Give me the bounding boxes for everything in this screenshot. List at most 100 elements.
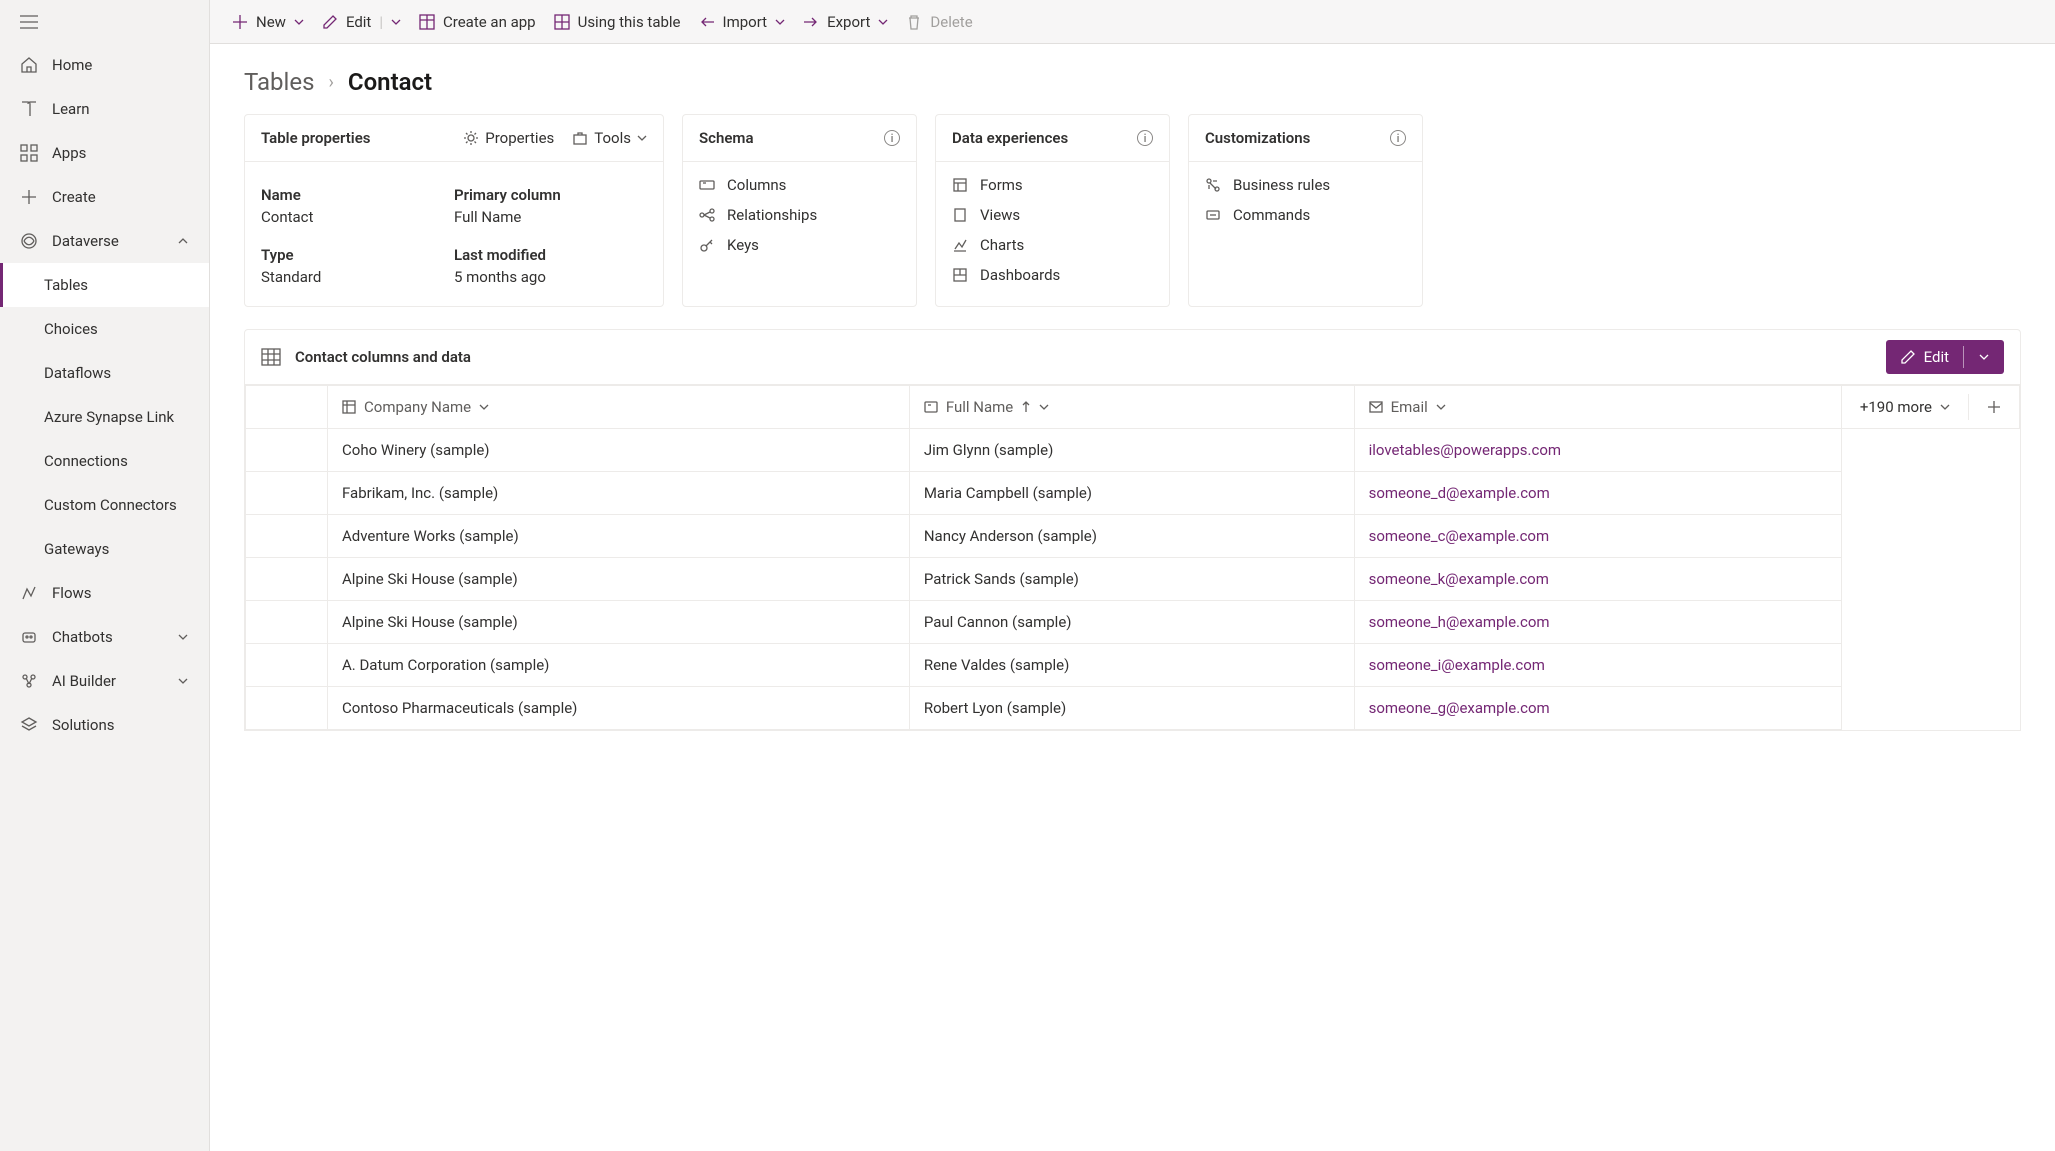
link-charts[interactable]: Charts [952, 236, 1153, 254]
plus-icon [20, 188, 38, 206]
link-dashboards[interactable]: Dashboards [952, 266, 1153, 284]
cmd-import[interactable]: Import [699, 13, 786, 31]
link-views[interactable]: Views [952, 206, 1153, 224]
cell-email[interactable]: someone_h@example.com [1354, 601, 1841, 644]
sidebar-item-synapse-link[interactable]: Azure Synapse Link [0, 395, 209, 439]
hamburger-button[interactable] [0, 0, 209, 43]
pencil-icon [322, 14, 338, 30]
info-icon[interactable]: i [884, 130, 900, 146]
cell-fullname[interactable]: Robert Lyon (sample) [909, 687, 1354, 730]
link-columns[interactable]: Columns [699, 176, 900, 194]
cmd-label: Delete [930, 13, 972, 31]
view-icon [952, 207, 968, 223]
sidebar-item-create[interactable]: Create [0, 175, 209, 219]
cell-email[interactable]: someone_c@example.com [1354, 515, 1841, 558]
sidebar-item-flows[interactable]: Flows [0, 571, 209, 615]
sidebar-item-label: Apps [52, 144, 189, 162]
sidebar-item-tables[interactable]: Tables [0, 263, 209, 307]
row-selector-cell[interactable] [246, 644, 328, 687]
more-columns-button[interactable]: +190 more [1842, 386, 1968, 428]
link-commands[interactable]: Commands [1205, 206, 1406, 224]
main: New Edit | Create an app Using this tabl… [210, 0, 2055, 1151]
sidebar-item-custom-connectors[interactable]: Custom Connectors [0, 483, 209, 527]
info-icon[interactable]: i [1137, 130, 1153, 146]
sidebar-item-chatbots[interactable]: Chatbots [0, 615, 209, 659]
table-row[interactable]: Alpine Ski House (sample)Paul Cannon (sa… [246, 601, 1842, 644]
cell-company[interactable]: A. Datum Corporation (sample) [328, 644, 910, 687]
edit-dropdown[interactable] [1964, 343, 2004, 371]
col-header-email[interactable]: Email [1354, 386, 1841, 429]
sidebar-item-gateways[interactable]: Gateways [0, 527, 209, 571]
row-selector-cell[interactable] [246, 429, 328, 472]
sidebar-item-label: Choices [44, 320, 189, 338]
cmd-label: Using this table [578, 13, 681, 31]
cell-company[interactable]: Alpine Ski House (sample) [328, 558, 910, 601]
link-keys[interactable]: Keys [699, 236, 900, 254]
cmd-create-app[interactable]: Create an app [419, 13, 536, 31]
sidebar-item-ai-builder[interactable]: AI Builder [0, 659, 209, 703]
cell-company[interactable]: Contoso Pharmaceuticals (sample) [328, 687, 910, 730]
col-header-fullname[interactable]: Full Name [909, 386, 1354, 429]
cell-email[interactable]: someone_g@example.com [1354, 687, 1841, 730]
breadcrumb-root[interactable]: Tables [244, 68, 314, 96]
row-selector-cell[interactable] [246, 515, 328, 558]
cell-company[interactable]: Coho Winery (sample) [328, 429, 910, 472]
text-icon [924, 401, 938, 413]
cell-email[interactable]: someone_i@example.com [1354, 644, 1841, 687]
cmd-using-table[interactable]: Using this table [554, 13, 681, 31]
card-title: Data experiences [952, 129, 1068, 147]
chevron-down-icon [177, 631, 189, 643]
edit-button[interactable]: Edit [1886, 340, 1963, 374]
cell-email[interactable]: someone_d@example.com [1354, 472, 1841, 515]
table-row[interactable]: Coho Winery (sample)Jim Glynn (sample)il… [246, 429, 1842, 472]
row-selector-header[interactable] [246, 386, 328, 429]
table-row[interactable]: Alpine Ski House (sample)Patrick Sands (… [246, 558, 1842, 601]
cell-fullname[interactable]: Paul Cannon (sample) [909, 601, 1354, 644]
sidebar-item-learn[interactable]: Learn [0, 87, 209, 131]
more-columns-label: +190 more [1860, 398, 1932, 416]
sidebar-item-label: Connections [44, 452, 189, 470]
flow-icon [20, 584, 38, 602]
link-forms[interactable]: Forms [952, 176, 1153, 194]
row-selector-cell[interactable] [246, 687, 328, 730]
sidebar-item-connections[interactable]: Connections [0, 439, 209, 483]
cmd-new[interactable]: New [232, 13, 304, 31]
sidebar-item-choices[interactable]: Choices [0, 307, 209, 351]
table-row[interactable]: Fabrikam, Inc. (sample)Maria Campbell (s… [246, 472, 1842, 515]
cell-fullname[interactable]: Patrick Sands (sample) [909, 558, 1354, 601]
row-selector-cell[interactable] [246, 558, 328, 601]
sidebar-item-dataflows[interactable]: Dataflows [0, 351, 209, 395]
info-icon[interactable]: i [1390, 130, 1406, 146]
table-row[interactable]: Adventure Works (sample)Nancy Anderson (… [246, 515, 1842, 558]
cell-company[interactable]: Alpine Ski House (sample) [328, 601, 910, 644]
sidebar-item-label: Custom Connectors [44, 496, 189, 514]
edit-split-button[interactable]: Edit [1886, 340, 2004, 374]
link-business-rules[interactable]: Business rules [1205, 176, 1406, 194]
sidebar-item-home[interactable]: Home [0, 43, 209, 87]
cell-fullname[interactable]: Maria Campbell (sample) [909, 472, 1354, 515]
add-column-button[interactable] [1969, 388, 2019, 426]
col-header-company[interactable]: Company Name [328, 386, 910, 429]
cmd-export[interactable]: Export [803, 13, 888, 31]
card-customizations: Customizations i Business rules Commands [1188, 114, 1423, 307]
cmd-edit[interactable]: Edit | [322, 13, 401, 31]
cell-company[interactable]: Adventure Works (sample) [328, 515, 910, 558]
cell-company[interactable]: Fabrikam, Inc. (sample) [328, 472, 910, 515]
link-relationships[interactable]: Relationships [699, 206, 900, 224]
cmd-delete: Delete [906, 13, 972, 31]
cell-fullname[interactable]: Nancy Anderson (sample) [909, 515, 1354, 558]
cell-email[interactable]: ilovetables@powerapps.com [1354, 429, 1841, 472]
table-row[interactable]: A. Datum Corporation (sample)Rene Valdes… [246, 644, 1842, 687]
cell-email[interactable]: someone_k@example.com [1354, 558, 1841, 601]
sidebar-item-apps[interactable]: Apps [0, 131, 209, 175]
row-selector-cell[interactable] [246, 601, 328, 644]
btn-tools[interactable]: Tools [572, 129, 647, 147]
sidebar-item-dataverse[interactable]: Dataverse [0, 219, 209, 263]
cell-fullname[interactable]: Jim Glynn (sample) [909, 429, 1354, 472]
btn-properties[interactable]: Properties [463, 129, 554, 147]
sidebar-item-solutions[interactable]: Solutions [0, 703, 209, 747]
cell-fullname[interactable]: Rene Valdes (sample) [909, 644, 1354, 687]
row-selector-cell[interactable] [246, 472, 328, 515]
link-label: Commands [1233, 206, 1310, 224]
table-row[interactable]: Contoso Pharmaceuticals (sample)Robert L… [246, 687, 1842, 730]
